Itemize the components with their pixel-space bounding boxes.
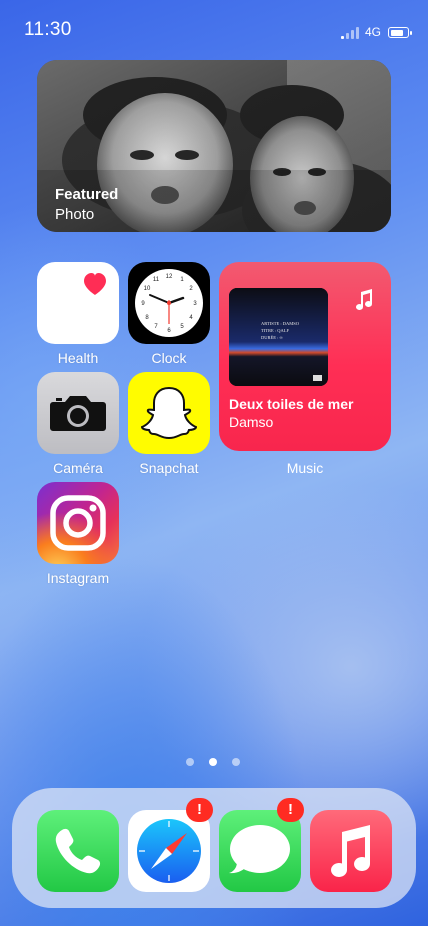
safari-badge: ! [186, 798, 213, 822]
app-instagram[interactable]: Instagram [37, 482, 119, 586]
battery-icon [388, 27, 412, 38]
app-clock[interactable]: 12 1 2 345 678 9 10 11 Clock [128, 262, 210, 366]
svg-text:10: 10 [144, 286, 151, 292]
svg-text:12: 12 [166, 274, 173, 280]
dock-app-safari[interactable]: ! [128, 798, 213, 892]
album-art-line-1: ARTISTE : DAMSO [261, 321, 300, 326]
app-snapchat[interactable]: Snapchat [128, 372, 210, 476]
song-artist: Damso [229, 414, 274, 430]
music-note-icon [356, 289, 373, 311]
app-label-snapchat: Snapchat [139, 460, 199, 476]
dock: ! ! [12, 788, 416, 908]
app-label-camera: Caméra [53, 460, 103, 476]
app-label-clock: Clock [151, 350, 187, 366]
page-dot-2[interactable] [209, 758, 217, 766]
page-indicator[interactable] [186, 758, 242, 768]
svg-text:11: 11 [153, 277, 160, 283]
featured-photo-widget[interactable]: Featured Photo [37, 60, 391, 232]
app-label-music-widget: Music [286, 460, 324, 476]
clock-icon: 12 1 2 345 678 9 10 11 [128, 262, 210, 344]
photo-widget-label: Featured Photo [55, 185, 118, 225]
app-label-instagram: Instagram [46, 570, 110, 586]
messages-badge: ! [277, 798, 304, 822]
album-art-line-2: TITRE : QALF [261, 328, 289, 333]
photo-widget-subtitle: Photo [55, 206, 95, 223]
dock-app-music[interactable] [310, 810, 392, 892]
status-bar: 11:30 4G [0, 0, 428, 60]
instagram-icon [37, 482, 119, 564]
signal-icon [341, 27, 361, 39]
network-type: 4G [365, 25, 382, 39]
photo-widget-title: Featured [55, 186, 119, 203]
camera-icon [37, 372, 119, 454]
health-icon [37, 262, 119, 344]
music-widget[interactable]: ARTISTE : DAMSO TITRE : QALF DURÉE : ∞ D… [219, 262, 391, 451]
album-art: ARTISTE : DAMSO TITRE : QALF DURÉE : ∞ [229, 288, 328, 386]
album-art-line-3: DURÉE : ∞ [261, 335, 283, 340]
song-title: Deux toiles de mer [229, 396, 354, 412]
status-time: 11:30 [24, 19, 72, 40]
safari-icon [128, 810, 210, 892]
music-icon [310, 810, 392, 892]
app-camera[interactable]: Caméra [37, 372, 119, 476]
app-label-health: Health [57, 350, 99, 366]
dock-app-messages[interactable]: ! [219, 798, 304, 892]
dock-app-phone[interactable] [37, 810, 119, 892]
phone-icon [37, 810, 119, 892]
snapchat-icon [128, 372, 210, 454]
messages-icon [219, 810, 301, 892]
page-dot-3[interactable] [232, 758, 240, 766]
app-health[interactable]: Health [37, 262, 119, 366]
page-dot-1[interactable] [186, 758, 194, 766]
